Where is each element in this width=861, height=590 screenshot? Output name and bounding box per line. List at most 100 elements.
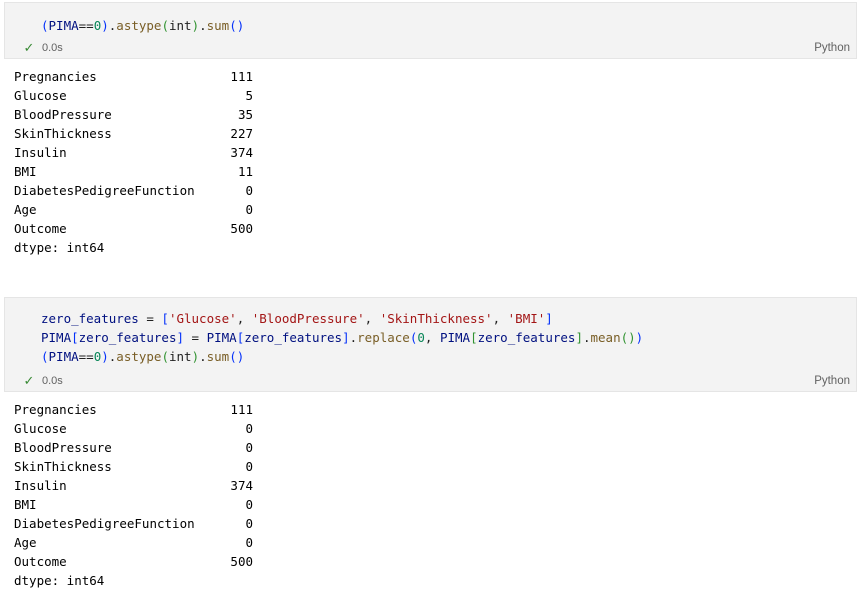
code-editor[interactable]: zero_features = ['Glucose', 'BloodPressu… [41, 309, 643, 366]
cell-output-2: Pregnancies 111 Glucose 0 BloodPressure 0 Skin… [14, 400, 253, 590]
output-value: 35 [237, 107, 253, 122]
output-row: BloodPressure 0 [14, 438, 253, 457]
output-key: Pregnancies [14, 69, 97, 84]
output-row: BMI 0 [14, 495, 253, 514]
output-key: DiabetesPedigreeFunction [14, 183, 195, 198]
code-token: astype [116, 18, 162, 33]
execution-status: ✓ 0.0s [22, 374, 63, 388]
output-value: 0 [245, 421, 253, 436]
code-token: . [199, 349, 207, 364]
code-token: , [492, 311, 508, 326]
code-token: ( [161, 349, 169, 364]
output-key: BloodPressure [14, 440, 112, 455]
output-row: Age 0 [14, 200, 253, 219]
code-token: PIMA [439, 330, 471, 345]
code-token: () [620, 330, 636, 345]
output-value: 111 [230, 402, 253, 417]
output-row: SkinThickness 227 [14, 124, 253, 143]
code-token: 0 [417, 330, 425, 345]
code-line[interactable]: (PIMA==0).astype(int).sum() [41, 16, 244, 35]
code-token: sum [206, 18, 230, 33]
code-token: == [78, 18, 94, 33]
output-row: Pregnancies 111 [14, 400, 253, 419]
output-key: Glucose [14, 88, 67, 103]
code-cell-1[interactable]: (PIMA==0).astype(int).sum() ✓ 0.0s Pytho… [4, 2, 857, 59]
output-row: Outcome 500 [14, 552, 253, 571]
check-icon: ✓ [23, 40, 35, 55]
code-token: ) [635, 330, 644, 345]
output-dtype: dtype: int64 [14, 240, 105, 255]
output-value: 500 [230, 221, 253, 236]
code-token: 'Glucose' [168, 311, 237, 326]
code-token: () [229, 18, 245, 33]
code-token: 'SkinThickness' [379, 311, 493, 326]
code-token: ) [101, 18, 109, 33]
code-line[interactable]: (PIMA==0).astype(int).sum() [41, 347, 643, 366]
code-token: . [199, 18, 207, 33]
output-key: Glucose [14, 421, 67, 436]
output-key: BMI [14, 164, 37, 179]
output-key: Age [14, 202, 37, 217]
code-line[interactable]: zero_features = ['Glucose', 'BloodPressu… [41, 309, 643, 328]
code-token: == [78, 349, 94, 364]
code-token: ( [41, 18, 49, 33]
output-value: 5 [245, 88, 253, 103]
code-token: astype [116, 349, 162, 364]
code-token: zero_features [78, 330, 177, 345]
code-token: int [168, 18, 192, 33]
code-token: ) [101, 349, 109, 364]
output-key: BloodPressure [14, 107, 112, 122]
code-token: sum [206, 349, 230, 364]
output-row: DiabetesPedigreeFunction 0 [14, 514, 253, 533]
output-row: Age 0 [14, 533, 253, 552]
output-key: SkinThickness [14, 459, 112, 474]
code-token: ] [545, 311, 553, 326]
output-row: Insulin 374 [14, 143, 253, 162]
code-token: , [424, 330, 440, 345]
code-token: replace [357, 330, 410, 345]
check-icon: ✓ [23, 373, 35, 388]
code-token: PIMA [41, 330, 72, 345]
code-token: zero_features [244, 330, 343, 345]
output-value: 111 [230, 69, 253, 84]
code-token: ) [191, 349, 200, 364]
output-value: 0 [245, 440, 253, 455]
code-token: , [364, 311, 380, 326]
code-token: zero_features [41, 311, 139, 326]
code-token: ] [342, 330, 350, 345]
language-label[interactable]: Python [814, 375, 850, 387]
output-row: Insulin 374 [14, 476, 253, 495]
code-token: PIMA [48, 349, 79, 364]
cell-output-1: Pregnancies 111 Glucose 5 BloodPressure 35 Ski… [14, 67, 253, 257]
output-value: 0 [245, 535, 253, 550]
output-key: BMI [14, 497, 37, 512]
output-value: 500 [230, 554, 253, 569]
code-token: [ [470, 330, 478, 345]
code-token: ( [161, 18, 169, 33]
output-key: SkinThickness [14, 126, 112, 141]
code-cell-2[interactable]: zero_features = ['Glucose', 'BloodPressu… [4, 297, 857, 392]
output-value: 374 [230, 478, 253, 493]
code-line[interactable]: PIMA[zero_features] = PIMA[zero_features… [41, 328, 643, 347]
output-value: 374 [230, 145, 253, 160]
output-value: 11 [237, 164, 253, 179]
code-token: ) [191, 18, 200, 33]
execution-time: 0.0s [42, 375, 63, 387]
code-editor[interactable]: (PIMA==0).astype(int).sum() [41, 16, 244, 35]
language-label[interactable]: Python [814, 42, 850, 54]
code-token: . [349, 330, 358, 345]
output-key: Outcome [14, 221, 67, 236]
execution-time: 0.0s [42, 42, 63, 54]
output-key: Insulin [14, 478, 67, 493]
code-token: PIMA [206, 330, 237, 345]
output-value: 0 [245, 202, 253, 217]
output-row: BMI 11 [14, 162, 253, 181]
output-value: 227 [230, 126, 253, 141]
code-token: 'BloodPressure' [251, 311, 365, 326]
output-value: 0 [245, 497, 253, 512]
code-token: ] [176, 330, 185, 345]
output-row: Pregnancies 111 [14, 67, 253, 86]
output-key: Outcome [14, 554, 67, 569]
output-dtype: dtype: int64 [14, 573, 105, 588]
code-token: 'BMI' [507, 311, 546, 326]
